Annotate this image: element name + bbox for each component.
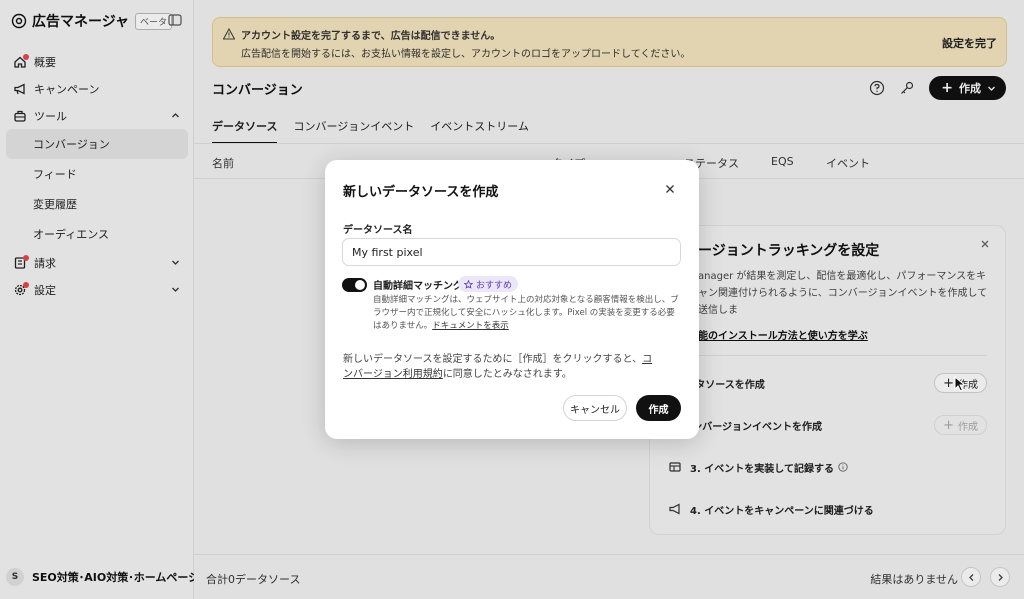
star-icon <box>464 279 473 289</box>
toggle-description-text: 自動詳細マッチングは、ウェブサイト上の対応対象となる顧客情報を検出し、ブラウザー… <box>373 295 679 331</box>
toggle-label: 自動詳細マッチング <box>373 281 463 292</box>
auto-advanced-matching-toggle[interactable] <box>342 278 367 292</box>
terms-consent-text: 新しいデータソースを設定するために［作成］をクリックすると、コンバージョン利用規… <box>343 352 661 382</box>
field-label: データソース名 <box>343 225 413 236</box>
create-button[interactable]: 作成 <box>636 395 681 421</box>
input-value: My first pixel <box>352 245 423 259</box>
badge-label: おすすめ <box>476 280 513 291</box>
dialog-title: 新しいデータソースを作成 <box>343 185 499 200</box>
consent-suffix: に同意したとみなされます。 <box>442 369 572 380</box>
data-source-name-input[interactable]: My first pixel <box>342 238 681 266</box>
mouse-cursor-icon <box>954 376 966 392</box>
close-icon[interactable] <box>665 184 675 194</box>
cancel-button[interactable]: キャンセル <box>563 395 627 421</box>
toggle-description: 自動詳細マッチングは、ウェブサイト上の対応対象となる顧客情報を検出し、ブラウザー… <box>373 294 683 333</box>
recommended-badge: おすすめ <box>458 276 519 292</box>
view-docs-link[interactable]: ドキュメントを表示 <box>432 321 509 331</box>
consent-prefix: 新しいデータソースを設定するために［作成］をクリックすると、 <box>343 354 643 365</box>
create-data-source-dialog: 新しいデータソースを作成 データソース名 My first pixel 自動詳細… <box>325 160 699 439</box>
